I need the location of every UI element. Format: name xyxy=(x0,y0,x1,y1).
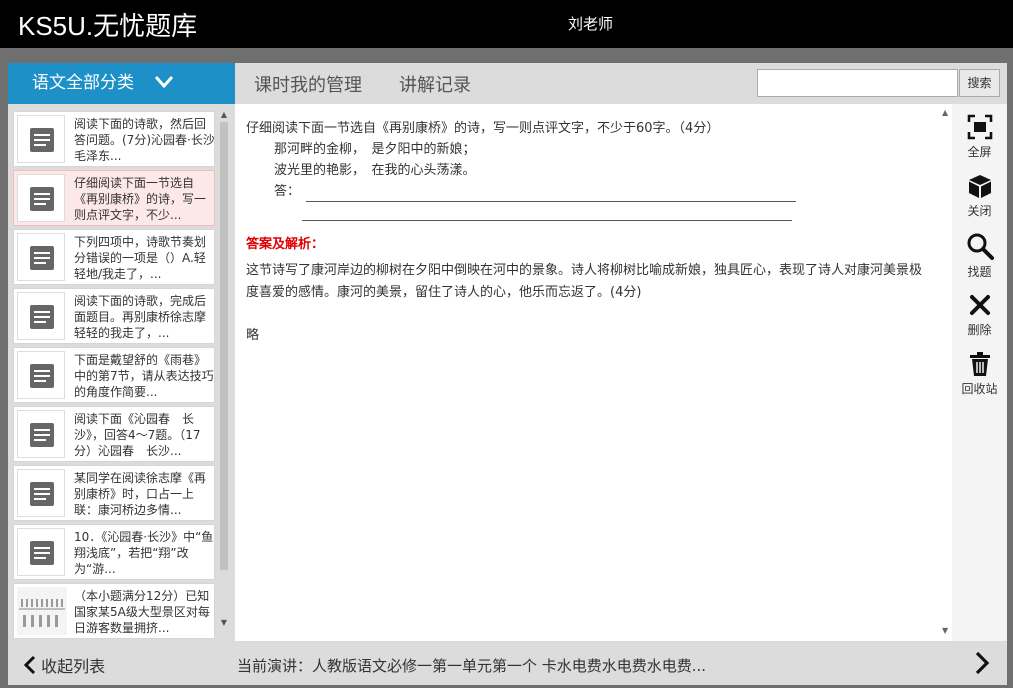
trash-icon xyxy=(969,352,990,376)
chevron-left-icon xyxy=(23,655,36,675)
recycle-bin-button[interactable]: 回收站 xyxy=(952,351,1007,397)
chevron-down-icon xyxy=(154,76,174,89)
find-question-label: 找题 xyxy=(967,265,992,279)
list-item[interactable]: 10．《沁园春·长沙》中“鱼翔浅底”，若把“翔”改为“游... xyxy=(13,524,215,580)
find-question-button[interactable]: 找题 xyxy=(952,232,1007,280)
search-icon xyxy=(967,233,994,260)
list-item-text: 下面是戴望舒的《雨巷》中的第7节，请从表达技巧的角度作简要... xyxy=(74,353,214,399)
content-scroll-up-icon[interactable]: ▲ xyxy=(942,108,950,117)
document-icon xyxy=(17,351,65,399)
collapse-label: 收起列表 xyxy=(41,657,106,676)
delete-button[interactable]: 删除 xyxy=(952,292,1007,338)
list-item-text: 某同学在阅读徐志摩《再别康桥》时，口占一上联：康河桥边多情... xyxy=(74,471,207,517)
document-icon xyxy=(17,174,65,222)
tab-lesson-management[interactable]: 课时我的管理 xyxy=(254,71,362,97)
poem-line-2: 波光里的艳影， 在我的心头荡漾。 xyxy=(274,163,476,178)
document-icon xyxy=(17,233,65,281)
app-logo: KS5U.无忧题库 xyxy=(18,11,198,41)
user-name[interactable]: 刘老师 xyxy=(568,13,613,34)
list-item-text: 阅读下面的诗歌，完成后面题目。再别康桥徐志摩轻轻的我走了，... xyxy=(74,294,207,340)
list-item[interactable]: 下列四项中，诗歌节奏划分错误的一项是（）A.轻轻地/我走了，... xyxy=(13,229,215,285)
cube-icon xyxy=(968,175,991,198)
current-lecture-text: 当前演讲：人教版语文必修一第一单元第一个 卡水电费水电费水电费... xyxy=(237,657,707,675)
list-item[interactable]: 阅读下面的诗歌，完成后面题目。再别康桥徐志摩轻轻的我走了，... xyxy=(13,288,215,344)
fullscreen-icon xyxy=(967,114,992,140)
question-stem: 仔细阅读下面一节选自《再别康桥》的诗，写一则点评文字，不少于60字。（4分） xyxy=(246,121,720,136)
list-item-text: 下列四项中，诗歌节奏划分错误的一项是（）A.轻轻地/我走了，... xyxy=(74,235,207,281)
list-item[interactable]: 阅读下面的诗歌，然后回答问题。(7分)沁园春·长沙毛泽东... xyxy=(13,111,215,167)
close-button[interactable]: 关闭 xyxy=(952,173,1007,219)
bottom-bar: 收起列表 当前演讲：人教版语文必修一第一单元第一个 卡水电费水电费水电费... xyxy=(8,641,1007,685)
content-scrollbar[interactable]: ▲ ▼ xyxy=(940,104,952,641)
scroll-down-arrow-icon[interactable]: ▼ xyxy=(219,618,229,628)
answer-blank-line xyxy=(306,185,797,202)
list-item[interactable]: 某同学在阅读徐志摩《再别康桥》时，口占一上联：康河桥边多情... xyxy=(13,465,215,521)
question-content: 仔细阅读下面一节选自《再别康桥》的诗，写一则点评文字，不少于60字。（4分） 那… xyxy=(235,104,940,641)
answer-blank-line-2 xyxy=(302,202,792,221)
answer-label: 答案及解析： xyxy=(246,237,325,252)
search-button[interactable]: 搜索 xyxy=(959,69,1000,97)
recycle-bin-label: 回收站 xyxy=(961,382,998,396)
document-icon xyxy=(17,528,65,576)
poem-line-1: 那河畔的金柳， 是夕阳中的新娘； xyxy=(274,142,476,157)
list-item[interactable]: 阅读下面《沁园春 长沙》，回答4～7题。（17分）沁园春 长沙... xyxy=(13,406,215,462)
answer-prefix: 答： xyxy=(274,184,301,199)
fullscreen-button[interactable]: 全屏 xyxy=(952,114,1007,160)
image-thumbnail xyxy=(17,587,67,635)
answer-brief: 略 xyxy=(246,328,260,343)
document-icon xyxy=(17,292,65,340)
list-scrollbar[interactable]: ▲ ▼ xyxy=(217,110,231,630)
list-item-text: 阅读下面《沁园春 长沙》，回答4～7题。（17分）沁园春 长沙... xyxy=(74,412,201,458)
top-bar: KS5U.无忧题库 刘老师 xyxy=(0,0,1013,48)
chevron-right-icon xyxy=(975,651,990,675)
document-icon xyxy=(17,115,65,163)
category-dropdown-button[interactable]: 语文全部分类 xyxy=(8,63,235,104)
tab-lecture-records[interactable]: 讲解记录 xyxy=(399,71,471,97)
search-input[interactable] xyxy=(757,69,958,97)
list-item-text: （本小题满分12分）已知国家某5A级大型景区对每日游客数量拥挤... xyxy=(74,589,210,635)
list-item[interactable]: 仔细阅读下面一节选自《再别康桥》的诗，写一则点评文字，不少... xyxy=(13,170,215,226)
list-item[interactable]: （本小题满分12分）已知国家某5A级大型景区对每日游客数量拥挤... xyxy=(13,583,215,639)
document-icon xyxy=(17,410,65,458)
tab-bar: 课时我的管理 讲解记录 搜索 xyxy=(235,63,1007,104)
scroll-up-arrow-icon[interactable]: ▲ xyxy=(219,110,229,120)
list-item-text: 阅读下面的诗歌，然后回答问题。(7分)沁园春·长沙毛泽东... xyxy=(74,117,215,163)
content-scroll-down-icon[interactable]: ▼ xyxy=(942,626,950,635)
answer-text: 这节诗写了康河岸边的柳树在夕阳中倒映在河中的景象。诗人将柳树比喻成新娘，独具匠心… xyxy=(246,263,923,300)
next-button[interactable] xyxy=(974,651,990,679)
close-label: 关闭 xyxy=(967,204,992,218)
close-icon xyxy=(969,295,990,315)
tool-panel: 全屏 关闭 找题 删除 回收站 xyxy=(952,104,1007,641)
category-label: 语文全部分类 xyxy=(32,73,134,93)
list-item-text: 10．《沁园春·长沙》中“鱼翔浅底”，若把“翔”改为“游... xyxy=(74,530,214,576)
scrollbar-thumb[interactable] xyxy=(220,122,228,570)
document-icon xyxy=(17,469,65,517)
fullscreen-label: 全屏 xyxy=(967,145,992,159)
list-item-text: 仔细阅读下面一节选自《再别康桥》的诗，写一则点评文字，不少... xyxy=(74,176,207,222)
delete-label: 删除 xyxy=(967,323,992,337)
list-item[interactable]: 下面是戴望舒的《雨巷》中的第7节，请从表达技巧的角度作简要... xyxy=(13,347,215,403)
collapse-list-button[interactable]: 收起列表 xyxy=(23,653,106,677)
question-list-panel: 阅读下面的诗歌，然后回答问题。(7分)沁园春·长沙毛泽东... 仔细阅读下面一节选… xyxy=(8,104,235,641)
question-block: 仔细阅读下面一节选自《再别康桥》的诗，写一则点评文字，不少于60字。（4分） 那… xyxy=(246,118,926,221)
answer-blank-row: 答： xyxy=(246,181,926,202)
main-frame: 语文全部分类 课时我的管理 讲解记录 搜索 阅读下面的诗歌，然后回答问题。(7分… xyxy=(8,63,1007,685)
